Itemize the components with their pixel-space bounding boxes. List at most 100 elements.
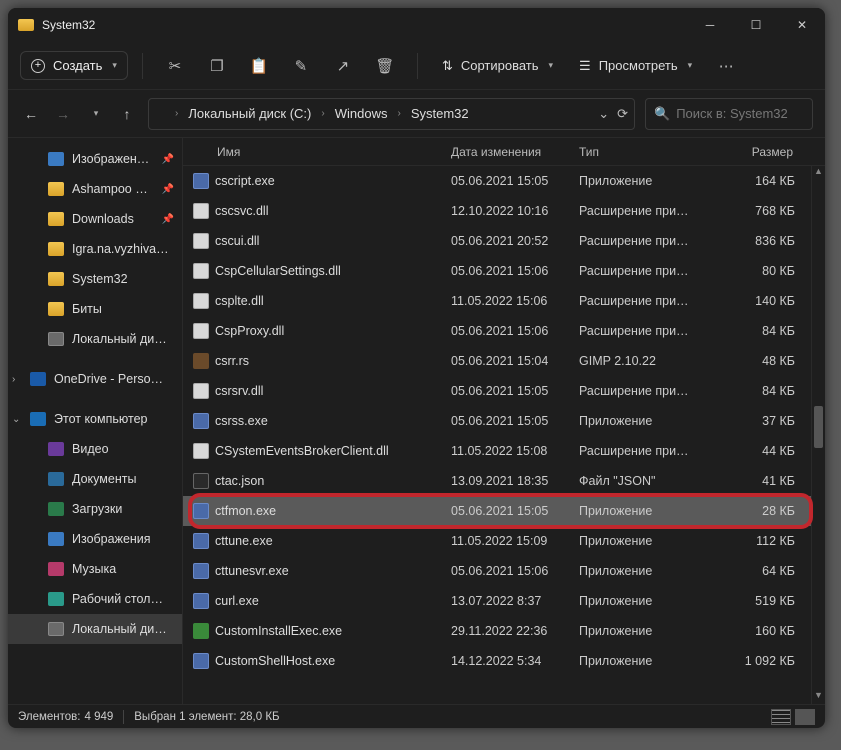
table-row[interactable]: CustomShellHost.exe14.12.2022 5:34Прилож… (183, 646, 825, 676)
sidebar-item-label: Изображен… (72, 152, 149, 166)
breadcrumb-item[interactable]: Windows (331, 104, 392, 123)
col-date[interactable]: Дата изменения (451, 145, 579, 159)
file-name: cscript.exe (215, 174, 275, 188)
file-name: cscsvc.dll (215, 204, 268, 218)
table-row[interactable]: CspProxy.dll05.06.2021 15:06Расширение п… (183, 316, 825, 346)
paste-button[interactable]: 📋 (241, 48, 277, 84)
view-button[interactable]: ☰ Просмотреть ▾ (569, 52, 702, 80)
sidebar-item[interactable]: Downloads📌 (8, 204, 182, 234)
new-button[interactable]: + Создать ▾ (20, 51, 128, 80)
sort-button[interactable]: ⇅ Сортировать ▾ (432, 52, 563, 80)
pc-icon (30, 412, 46, 426)
table-row[interactable]: cttune.exe11.05.2022 15:09Приложение112 … (183, 526, 825, 556)
list-view-button[interactable] (771, 709, 791, 725)
table-row[interactable]: csplte.dll11.05.2022 15:06Расширение при… (183, 286, 825, 316)
sort-icon: ⇅ (442, 58, 453, 74)
file-type: GIMP 2.10.22 (579, 354, 717, 368)
more-button[interactable]: ⋯ (708, 48, 744, 84)
breadcrumb[interactable]: › Локальный диск (C:) › Windows › System… (148, 98, 635, 130)
sidebar-item[interactable]: System32 (8, 264, 182, 294)
table-row[interactable]: cttunesvr.exe05.06.2021 15:06Приложение6… (183, 556, 825, 586)
file-size: 84 КБ (717, 384, 795, 398)
table-row[interactable]: CustomInstallExec.exe29.11.2022 22:36При… (183, 616, 825, 646)
sidebar-item-label: Музыка (72, 562, 116, 576)
breadcrumb-item[interactable]: System32 (407, 104, 473, 123)
table-row[interactable]: csrr.rs05.06.2021 15:04GIMP 2.10.2248 КБ (183, 346, 825, 376)
table-row[interactable]: cscui.dll05.06.2021 20:52Расширение при…… (183, 226, 825, 256)
sidebar-item[interactable]: Igra.na.vyzhiva… (8, 234, 182, 264)
table-row[interactable]: ctfmon.exe05.06.2021 15:05Приложение28 К… (183, 496, 825, 526)
minimize-button[interactable]: ─ (687, 8, 733, 42)
maximize-button[interactable]: ☐ (733, 8, 779, 42)
sidebar-item[interactable]: Рабочий стол… (8, 584, 182, 614)
file-type: Приложение (579, 414, 717, 428)
sidebar-item[interactable]: Локальный ди… (8, 614, 182, 644)
details-view-button[interactable] (795, 709, 815, 725)
table-row[interactable]: curl.exe13.07.2022 8:37Приложение519 КБ (183, 586, 825, 616)
file-icon (193, 353, 209, 369)
view-label: Просмотреть (599, 58, 678, 73)
titlebar[interactable]: System32 ─ ☐ ✕ (8, 8, 825, 42)
file-type: Расширение при… (579, 384, 717, 398)
back-button[interactable]: ← (20, 103, 42, 125)
forward-button[interactable]: → (52, 103, 74, 125)
sidebar-item[interactable]: Локальный ди… (8, 324, 182, 354)
close-button[interactable]: ✕ (779, 8, 825, 42)
sidebar-item[interactable]: OneDrive - Perso…› (8, 364, 182, 394)
breadcrumb-dropdown[interactable]: ⌄ (598, 106, 609, 122)
file-size: 1 092 КБ (717, 654, 795, 668)
search-input[interactable]: 🔍 Поиск в: System32 (645, 98, 813, 130)
search-icon: 🔍 (654, 106, 670, 122)
file-date: 13.09.2021 18:35 (451, 474, 579, 488)
table-row[interactable]: CspCellularSettings.dll05.06.2021 15:06Р… (183, 256, 825, 286)
share-button[interactable]: ↗ (325, 48, 361, 84)
sidebar-item[interactable]: Биты (8, 294, 182, 324)
sidebar-item-label: Локальный ди… (72, 332, 167, 346)
scroll-up-icon[interactable]: ▲ (812, 166, 825, 180)
sidebar-item[interactable]: Музыка (8, 554, 182, 584)
sidebar-item-label: System32 (72, 272, 128, 286)
recent-button[interactable]: ▾ (84, 103, 106, 125)
up-button[interactable]: ↑ (116, 103, 138, 125)
table-row[interactable]: CSystemEventsBrokerClient.dll11.05.2022 … (183, 436, 825, 466)
sidebar-item[interactable]: Документы (8, 464, 182, 494)
file-icon (193, 383, 209, 399)
col-type[interactable]: Тип (579, 145, 717, 159)
breadcrumb-item[interactable]: Локальный диск (C:) (184, 104, 315, 123)
file-type: Расширение при… (579, 204, 717, 218)
table-row[interactable]: cscript.exe05.06.2021 15:05Приложение164… (183, 166, 825, 196)
col-name[interactable]: Имя (193, 145, 451, 159)
file-type: Приложение (579, 654, 717, 668)
sidebar-item[interactable]: Изображения (8, 524, 182, 554)
delete-button[interactable]: 🗑 (367, 48, 403, 84)
scrollbar[interactable]: ▲ ▼ (811, 166, 825, 704)
col-size[interactable]: Размер (717, 145, 795, 159)
file-name: ctfmon.exe (215, 504, 276, 518)
sidebar-item[interactable]: Видео (8, 434, 182, 464)
file-list: ▲ ▼ cscript.exe 05.06.2021 15:05 Приложени… (183, 166, 825, 704)
sidebar-item[interactable]: Изображен…📌 (8, 144, 182, 174)
file-icon (193, 413, 209, 429)
sidebar-item[interactable]: Этот компьютер⌄ (8, 404, 182, 434)
file-name: CspProxy.dll (215, 324, 284, 338)
rename-button[interactable]: ✎ (283, 48, 319, 84)
file-icon (193, 233, 209, 249)
refresh-button[interactable]: ⟳ (617, 106, 628, 122)
separator (142, 53, 143, 79)
sidebar-item[interactable]: Ashampoo …📌 (8, 174, 182, 204)
chevron-right-icon: › (395, 108, 402, 119)
table-row[interactable]: csrsrv.dll05.06.2021 15:05Расширение при… (183, 376, 825, 406)
cut-button[interactable]: ✂ (157, 48, 193, 84)
table-row[interactable]: ctac.json13.09.2021 18:35Файл "JSON"41 К… (183, 466, 825, 496)
blue-icon (48, 532, 64, 546)
copy-button[interactable]: ❐ (199, 48, 235, 84)
scroll-down-icon[interactable]: ▼ (812, 690, 825, 704)
file-date: 05.06.2021 15:06 (451, 324, 579, 338)
table-row[interactable]: cscsvc.dll12.10.2022 10:16Расширение при… (183, 196, 825, 226)
sidebar-item[interactable]: Загрузки (8, 494, 182, 524)
table-row[interactable]: csrss.exe05.06.2021 15:05Приложение37 КБ (183, 406, 825, 436)
file-type: Расширение при… (579, 234, 717, 248)
column-headers[interactable]: Имя Дата изменения Тип Размер (183, 138, 825, 166)
file-date: 05.06.2021 15:05 (451, 174, 579, 188)
scroll-thumb[interactable] (814, 406, 823, 448)
